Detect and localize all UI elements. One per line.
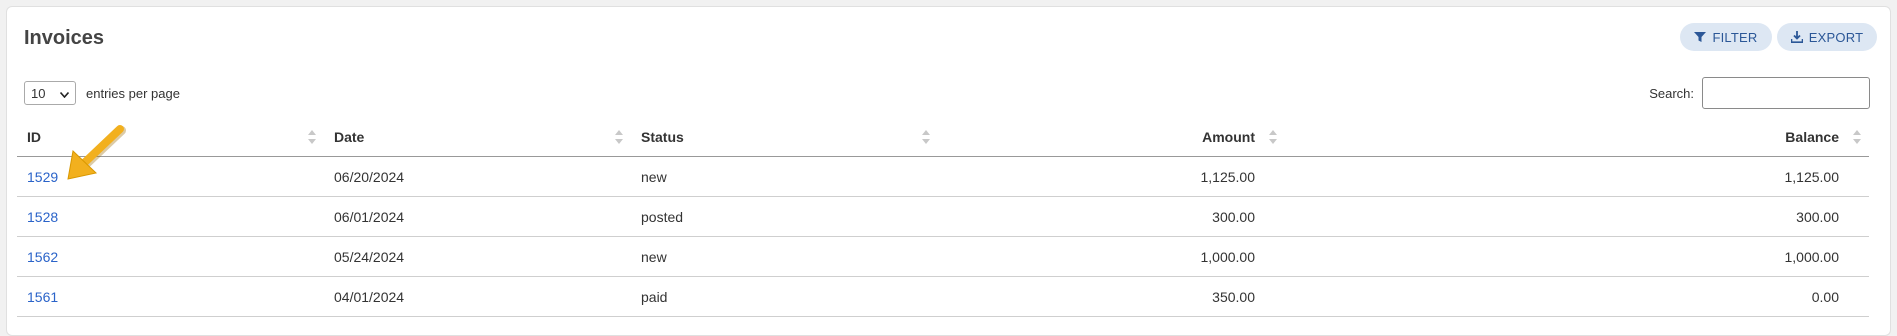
column-header-status[interactable]: Status: [631, 118, 938, 157]
column-header-date[interactable]: Date: [324, 118, 631, 157]
column-header-label: Amount: [1202, 129, 1255, 145]
invoice-balance: 300.00: [1285, 196, 1869, 237]
invoice-status: new: [631, 156, 938, 197]
invoice-date: 06/01/2024: [324, 196, 631, 237]
filter-button[interactable]: FILTER: [1680, 23, 1772, 51]
arrow-pointer: [67, 125, 126, 180]
column-header-label: Status: [641, 129, 684, 145]
column-header-label: ID: [27, 129, 41, 145]
invoice-date: 04/01/2024: [324, 276, 631, 317]
sort-icon: [1269, 130, 1277, 144]
invoice-balance: 0.00: [1285, 276, 1869, 317]
invoice-id-link[interactable]: 1561: [27, 289, 58, 305]
search-input[interactable]: [1702, 77, 1870, 109]
export-button[interactable]: EXPORT: [1777, 23, 1877, 51]
download-icon: [1790, 31, 1803, 43]
invoice-balance: 1,000.00: [1285, 236, 1869, 277]
invoice-status: posted: [631, 196, 938, 237]
table-header-row: ID Date Status Amount Balance: [17, 118, 1869, 157]
table-row: 1529 06/20/2024 new 1,125.00 1,125.00: [17, 156, 1869, 197]
search-label: Search:: [1649, 85, 1694, 101]
page-size-value: 10: [31, 85, 46, 101]
invoice-date: 05/24/2024: [324, 236, 631, 277]
column-header-label: Balance: [1785, 129, 1839, 145]
invoice-status: new: [631, 236, 938, 277]
entries-control: 10 entries per page: [24, 81, 180, 105]
table-row: 1561 04/01/2024 paid 350.00 0.00: [17, 276, 1869, 317]
invoices-table: ID Date Status Amount Balance 1529 06/20…: [17, 118, 1869, 317]
table-row: 1528 06/01/2024 posted 300.00 300.00: [17, 196, 1869, 237]
invoice-date: 06/20/2024: [324, 156, 631, 197]
export-button-label: EXPORT: [1808, 29, 1864, 45]
filter-button-label: FILTER: [1712, 29, 1758, 45]
invoice-amount: 300.00: [938, 196, 1285, 237]
filter-icon: [1694, 31, 1707, 43]
page-title: Invoices: [24, 27, 105, 49]
table-row: 1562 05/24/2024 new 1,000.00 1,000.00: [17, 236, 1869, 277]
invoice-id-link[interactable]: 1562: [27, 249, 58, 265]
page-size-select[interactable]: 10: [24, 81, 76, 105]
search-control: Search:: [1649, 77, 1870, 109]
invoice-amount: 350.00: [938, 276, 1285, 317]
column-header-label: Date: [334, 129, 365, 145]
invoice-amount: 1,125.00: [938, 156, 1285, 197]
sort-icon: [922, 130, 930, 144]
invoice-status: paid: [631, 276, 938, 317]
entries-label: entries per page: [86, 85, 180, 101]
invoice-id-link[interactable]: 1529: [27, 169, 58, 185]
invoice-balance: 1,125.00: [1285, 156, 1869, 197]
invoice-amount: 1,000.00: [938, 236, 1285, 277]
sort-icon: [308, 130, 316, 144]
sort-icon: [1853, 130, 1861, 144]
chevron-down-icon: [59, 86, 70, 101]
sort-icon: [615, 130, 623, 144]
column-header-amount[interactable]: Amount: [938, 118, 1285, 157]
invoice-id-link[interactable]: 1528: [27, 209, 58, 225]
column-header-balance[interactable]: Balance: [1285, 118, 1869, 157]
